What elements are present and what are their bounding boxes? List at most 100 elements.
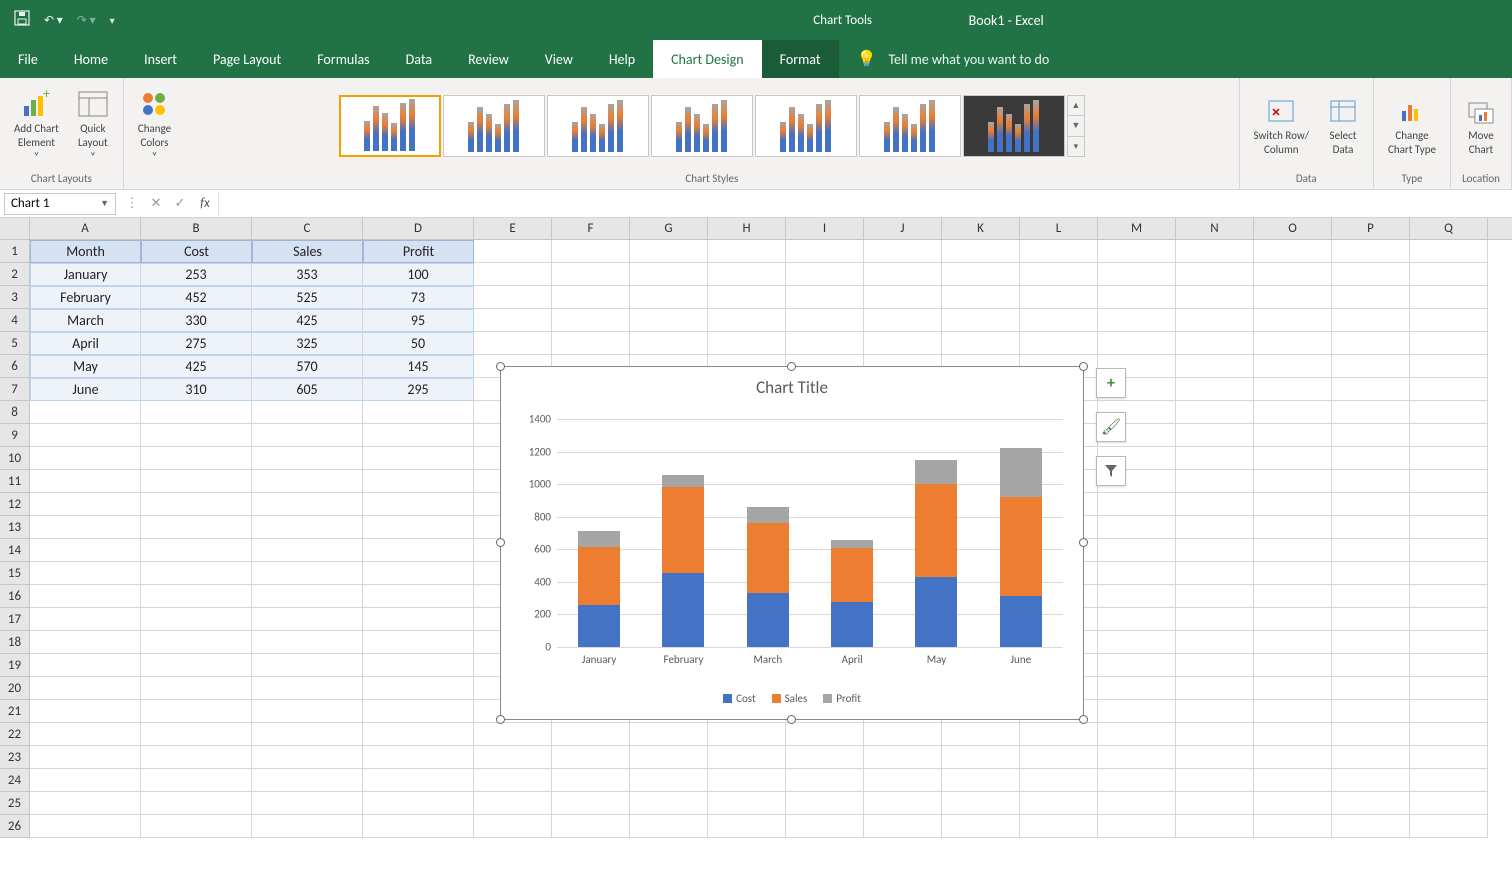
- resize-handle[interactable]: [1079, 362, 1088, 371]
- cell[interactable]: [1410, 654, 1488, 677]
- column-header[interactable]: O: [1254, 218, 1332, 239]
- bar-segment[interactable]: [831, 548, 873, 601]
- cell[interactable]: [363, 677, 474, 700]
- cell[interactable]: [363, 562, 474, 585]
- cell[interactable]: [1098, 516, 1176, 539]
- cell[interactable]: April: [30, 332, 141, 355]
- cell[interactable]: [252, 792, 363, 815]
- cell[interactable]: [474, 746, 552, 769]
- cell[interactable]: [1410, 286, 1488, 309]
- cell[interactable]: [1020, 723, 1098, 746]
- resize-handle[interactable]: [787, 715, 796, 724]
- cell[interactable]: [141, 562, 252, 585]
- bar-group[interactable]: [747, 507, 789, 647]
- cell[interactable]: [30, 562, 141, 585]
- tab-format[interactable]: Format: [762, 40, 839, 78]
- cell[interactable]: [1176, 585, 1254, 608]
- cell[interactable]: [141, 700, 252, 723]
- cell[interactable]: [942, 746, 1020, 769]
- chart-filters-button[interactable]: [1096, 456, 1126, 486]
- cell[interactable]: [1176, 539, 1254, 562]
- cell[interactable]: [630, 723, 708, 746]
- resize-handle[interactable]: [496, 362, 505, 371]
- cell[interactable]: [1176, 631, 1254, 654]
- row-header[interactable]: 19: [0, 654, 30, 677]
- bar-segment[interactable]: [747, 523, 789, 593]
- cell[interactable]: [30, 631, 141, 654]
- cell[interactable]: [141, 493, 252, 516]
- cell[interactable]: [141, 792, 252, 815]
- cell[interactable]: [630, 286, 708, 309]
- cell[interactable]: [252, 493, 363, 516]
- chart-style-thumb[interactable]: [963, 95, 1065, 157]
- cell[interactable]: [864, 792, 942, 815]
- gallery-more[interactable]: ▲▼▾: [1067, 95, 1085, 157]
- save-icon[interactable]: [14, 10, 30, 30]
- cell[interactable]: [474, 723, 552, 746]
- cell[interactable]: [363, 424, 474, 447]
- bar-segment[interactable]: [915, 484, 957, 578]
- cell[interactable]: [1332, 723, 1410, 746]
- cell[interactable]: [252, 746, 363, 769]
- column-header[interactable]: I: [786, 218, 864, 239]
- cell[interactable]: [1254, 677, 1332, 700]
- cell[interactable]: [1098, 815, 1176, 838]
- tab-insert[interactable]: Insert: [126, 40, 195, 78]
- cell[interactable]: [30, 539, 141, 562]
- cell[interactable]: [942, 286, 1020, 309]
- tab-view[interactable]: View: [527, 40, 591, 78]
- select-data-button[interactable]: Select Data: [1321, 91, 1365, 162]
- cancel-icon[interactable]: ✕: [144, 196, 168, 211]
- cell[interactable]: [1332, 815, 1410, 838]
- chart-style-thumb[interactable]: [859, 95, 961, 157]
- cell[interactable]: [252, 769, 363, 792]
- cell[interactable]: [630, 746, 708, 769]
- cell[interactable]: [363, 654, 474, 677]
- cell[interactable]: [1176, 401, 1254, 424]
- cell[interactable]: [1254, 447, 1332, 470]
- row-header[interactable]: 9: [0, 424, 30, 447]
- cell[interactable]: [252, 539, 363, 562]
- cell[interactable]: [1176, 769, 1254, 792]
- cell[interactable]: [552, 240, 630, 263]
- cell[interactable]: [1254, 378, 1332, 401]
- bar-segment[interactable]: [915, 460, 957, 484]
- cell[interactable]: [1176, 677, 1254, 700]
- cell[interactable]: [141, 815, 252, 838]
- name-box[interactable]: Chart 1 ▼: [4, 193, 116, 215]
- row-header[interactable]: 18: [0, 631, 30, 654]
- cell[interactable]: [1254, 700, 1332, 723]
- cell[interactable]: [864, 815, 942, 838]
- cell[interactable]: [1332, 769, 1410, 792]
- cell[interactable]: [1410, 309, 1488, 332]
- cell[interactable]: [1332, 792, 1410, 815]
- cell[interactable]: [141, 585, 252, 608]
- cell[interactable]: [708, 815, 786, 838]
- cell[interactable]: [30, 470, 141, 493]
- cell[interactable]: [786, 746, 864, 769]
- cell[interactable]: [1176, 493, 1254, 516]
- cell[interactable]: [1410, 700, 1488, 723]
- cell[interactable]: [1176, 792, 1254, 815]
- cell[interactable]: [1332, 309, 1410, 332]
- cell[interactable]: [363, 447, 474, 470]
- cell[interactable]: [942, 240, 1020, 263]
- row-header[interactable]: 6: [0, 355, 30, 378]
- cell[interactable]: [942, 723, 1020, 746]
- cell[interactable]: [252, 424, 363, 447]
- cell[interactable]: [1176, 746, 1254, 769]
- cell[interactable]: [1020, 309, 1098, 332]
- cell[interactable]: [786, 769, 864, 792]
- cell[interactable]: [1176, 424, 1254, 447]
- cell[interactable]: [552, 286, 630, 309]
- cell[interactable]: [1332, 562, 1410, 585]
- cell[interactable]: [141, 424, 252, 447]
- cell[interactable]: [141, 654, 252, 677]
- cell[interactable]: [252, 585, 363, 608]
- cell[interactable]: [1410, 424, 1488, 447]
- cell[interactable]: [1020, 263, 1098, 286]
- cell[interactable]: [864, 723, 942, 746]
- row-header[interactable]: 23: [0, 746, 30, 769]
- cell[interactable]: [141, 516, 252, 539]
- row-header[interactable]: 1: [0, 240, 30, 263]
